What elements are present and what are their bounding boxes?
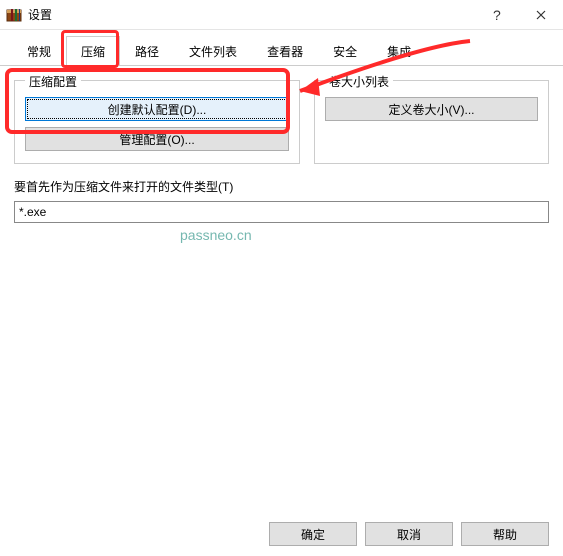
titlebar: 设置 ? — [0, 0, 563, 30]
svg-text:?: ? — [493, 8, 501, 22]
compress-config-group: 压缩配置 创建默认配置(D)... 管理配置(O)... — [14, 80, 300, 164]
cancel-button[interactable]: 取消 — [365, 522, 453, 546]
help-footer-button[interactable]: 帮助 — [461, 522, 549, 546]
create-default-config-label: 创建默认配置(D)... — [108, 103, 207, 117]
define-volume-size-button[interactable]: 定义卷大小(V)... — [325, 97, 538, 121]
manage-config-button[interactable]: 管理配置(O)... — [25, 127, 289, 151]
tab-security[interactable]: 安全 — [318, 36, 372, 66]
close-button[interactable] — [518, 0, 563, 30]
tab-general[interactable]: 常规 — [12, 36, 66, 66]
tab-compress[interactable]: 压缩 — [66, 36, 120, 66]
watermark: passneo.cn — [180, 227, 252, 243]
volume-size-title: 卷大小列表 — [325, 73, 393, 90]
volume-size-group: 卷大小列表 定义卷大小(V)... — [314, 80, 549, 164]
dialog-footer: 确定 取消 帮助 — [269, 522, 549, 546]
compress-config-title: 压缩配置 — [25, 73, 81, 90]
app-icon — [6, 7, 22, 23]
open-as-archive-input[interactable] — [14, 201, 549, 223]
define-volume-size-label: 定义卷大小(V)... — [389, 103, 475, 117]
window-title: 设置 — [28, 6, 473, 23]
tabs: 常规 压缩 路径 文件列表 查看器 安全 集成 — [0, 30, 563, 66]
ok-button[interactable]: 确定 — [269, 522, 357, 546]
open-as-archive-label: 要首先作为压缩文件来打开的文件类型(T) — [14, 178, 549, 195]
tab-viewer[interactable]: 查看器 — [252, 36, 318, 66]
tab-integration[interactable]: 集成 — [372, 36, 426, 66]
manage-config-label: 管理配置(O)... — [119, 133, 194, 147]
tab-filelist[interactable]: 文件列表 — [174, 36, 252, 66]
help-button[interactable]: ? — [473, 0, 518, 30]
tab-path[interactable]: 路径 — [120, 36, 174, 66]
create-default-config-button[interactable]: 创建默认配置(D)... — [25, 97, 289, 121]
